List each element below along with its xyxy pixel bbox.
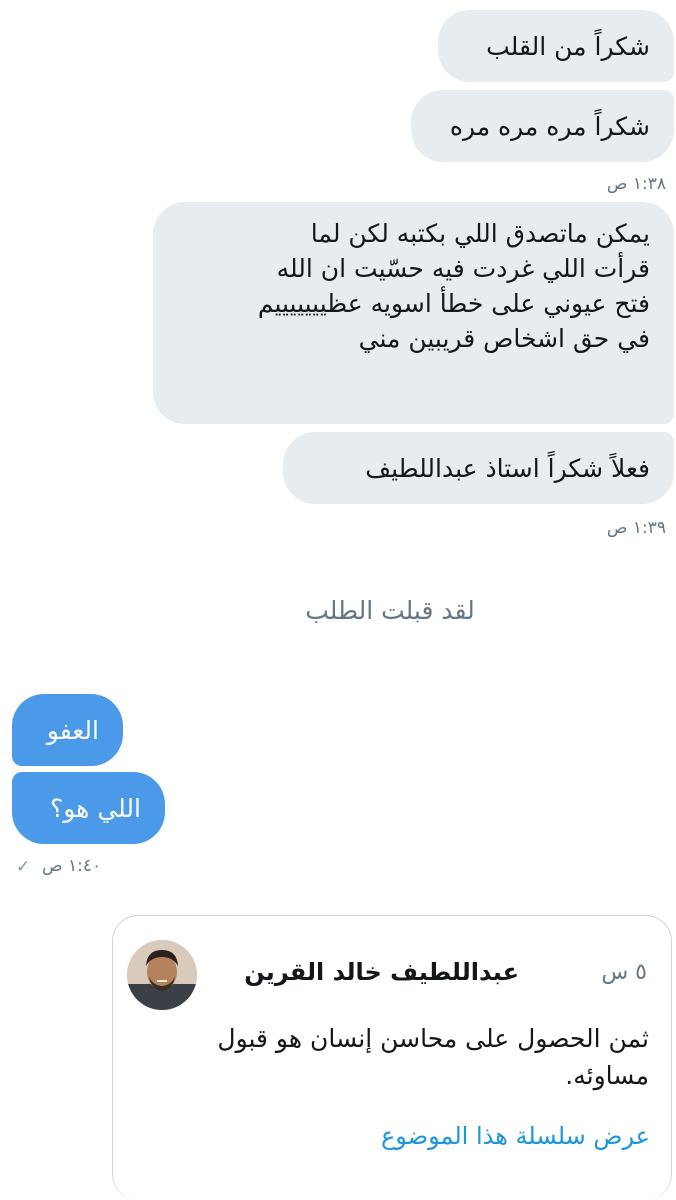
message-text: اللي هو؟ <box>50 793 141 823</box>
message-text: شكراً من القلب <box>486 31 650 61</box>
message-timestamp: ١:٣٨ ص <box>606 174 666 194</box>
message-line: في حق اشخاص قريبين مني <box>358 324 650 353</box>
message-bubble-incoming[interactable]: فعلاً شكراً استاذ عبداللطيف <box>283 432 674 504</box>
tweet-text: ثمن الحصول على محاسن إنسان هو قبول مساوئ… <box>217 1024 649 1090</box>
message-bubble-outgoing[interactable]: اللي هو؟ <box>12 772 165 844</box>
request-accepted-notice: لقد قبلت الطلب <box>305 596 475 625</box>
message-bubble-incoming[interactable]: شكراً من القلب <box>438 10 674 82</box>
tweet-age: ٥ س <box>601 960 647 985</box>
message-text: العفو <box>46 715 99 745</box>
message-text: فعلاً شكراً استاذ عبداللطيف <box>365 453 650 483</box>
message-bubble-incoming[interactable]: يمكن ماتصدق اللي بكتبه لكن لما قرأت اللي… <box>153 202 674 424</box>
message-bubble-outgoing[interactable]: العفو <box>12 694 123 766</box>
message-timestamp: ١:٣٩ ص <box>606 518 666 538</box>
message-line: فتح عيوني على خطأ اسويه عظيييييييم <box>257 289 650 318</box>
message-line: يمكن ماتصدق اللي بكتبه لكن لما <box>310 219 650 248</box>
sent-check-icon: ✓ <box>16 857 31 877</box>
tweet-author-name[interactable]: عبداللطيف خالد القرين <box>244 958 519 986</box>
message-line: قرأت اللي غردت فيه حسّيت ان الله <box>276 254 650 283</box>
message-text: شكراً مره مره مره <box>449 111 650 141</box>
shared-tweet-card[interactable]: عبداللطيف خالد القرين ٥ س ثمن الحصول على… <box>112 915 672 1200</box>
avatar-image <box>127 940 197 1010</box>
message-bubble-incoming[interactable]: شكراً مره مره مره <box>411 90 674 162</box>
avatar[interactable] <box>127 940 197 1010</box>
message-timestamp: ١:٤٠ ص <box>42 856 102 876</box>
view-thread-link[interactable]: عرض سلسلة هذا الموضوع <box>381 1122 650 1150</box>
